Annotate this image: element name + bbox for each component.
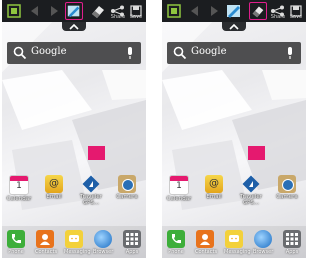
calendar-icon: 1 [9, 175, 29, 195]
eraser-tool-icon[interactable] [89, 2, 107, 20]
traveler-gps-icon [242, 175, 260, 193]
redo-icon[interactable] [45, 2, 63, 20]
contacts-icon [196, 230, 214, 248]
search-placeholder: Google [191, 46, 227, 57]
dock-apps[interactable]: Apps [122, 230, 142, 255]
phone-icon [167, 230, 185, 248]
redo-icon[interactable] [205, 2, 223, 20]
undo-icon[interactable] [186, 2, 204, 20]
chevron-up-icon [229, 23, 239, 30]
google-search-bar[interactable]: Google [167, 42, 301, 64]
dock-phone[interactable]: Phone [6, 230, 26, 255]
pen-tool-icon[interactable] [225, 2, 243, 20]
screen-divider [153, 0, 154, 258]
app-camera[interactable]: Camera [273, 175, 301, 200]
calendar-icon: 1 [169, 175, 189, 195]
dock-messaging[interactable]: Messaging [64, 230, 91, 255]
search-placeholder: Google [31, 46, 67, 57]
app-email[interactable]: @ Email [200, 175, 228, 200]
pen-tool-icon[interactable] [65, 2, 83, 20]
browser-icon [254, 230, 272, 248]
apps-grid-icon [283, 230, 301, 248]
app-traveler-gps[interactable]: Traveler GPS... [77, 175, 105, 206]
chevron-up-icon [69, 23, 79, 30]
dock-browser[interactable]: Browser [93, 230, 113, 255]
wallpaper-pink-tile [248, 146, 265, 160]
phone-icon [7, 230, 25, 248]
search-icon [13, 46, 27, 60]
email-icon: @ [205, 175, 223, 193]
apps-grid-icon [123, 230, 141, 248]
dock-browser[interactable]: Browser [253, 230, 273, 255]
camera-icon [278, 175, 296, 193]
messaging-icon [225, 230, 243, 248]
dock-contacts[interactable]: Contacts [35, 230, 57, 255]
dock-messaging[interactable]: Messaging [224, 230, 251, 255]
dock-phone[interactable]: Phone [166, 230, 186, 255]
traveler-gps-icon [82, 175, 100, 193]
messaging-icon [65, 230, 83, 248]
camera-icon [118, 175, 136, 193]
app-camera[interactable]: Camera [113, 175, 141, 200]
edit-toolbar: Share Save [162, 0, 306, 22]
dock-apps[interactable]: Apps [282, 230, 302, 255]
email-icon: @ [45, 175, 63, 193]
save-label: Save [129, 14, 143, 20]
google-search-bar[interactable]: Google [7, 42, 141, 64]
capture-mode-icon[interactable] [5, 2, 23, 20]
edit-toolbar: Share Save [2, 0, 146, 22]
collapse-toolbar-button[interactable] [222, 22, 246, 31]
contacts-icon [36, 230, 54, 248]
collapse-toolbar-button[interactable] [62, 22, 86, 31]
microphone-icon[interactable] [125, 46, 135, 60]
save-label: Save [289, 14, 303, 20]
app-traveler-gps[interactable]: Traveler GPS... [237, 175, 265, 206]
dock-contacts[interactable]: Contacts [195, 230, 217, 255]
browser-icon [94, 230, 112, 248]
capture-mode-icon[interactable] [165, 2, 183, 20]
share-label: Share [270, 14, 286, 20]
microphone-icon[interactable] [285, 46, 295, 60]
app-email[interactable]: @ Email [40, 175, 68, 200]
phone-screen-left: Share Save Google 1 Calendar @ Email Tra… [2, 0, 146, 258]
app-calendar[interactable]: 1 Calendar [165, 175, 193, 202]
phone-screen-right: Share Save Google 1 Calendar @ Email Tra… [162, 0, 306, 258]
share-label: Share [110, 14, 126, 20]
search-icon [173, 46, 187, 60]
wallpaper-pink-tile [88, 146, 105, 160]
app-calendar[interactable]: 1 Calendar [5, 175, 33, 202]
eraser-tool-icon[interactable] [249, 2, 267, 20]
undo-icon[interactable] [26, 2, 44, 20]
